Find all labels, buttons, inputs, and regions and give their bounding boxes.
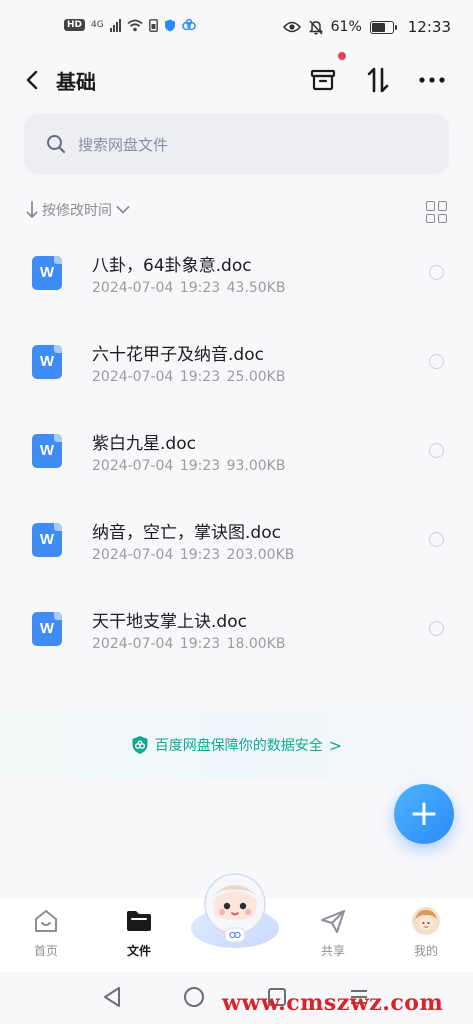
add-button[interactable]: + (394, 784, 454, 844)
sort-label: 按修改时间 (42, 203, 112, 219)
sort-icon (367, 67, 389, 93)
folder-icon (127, 911, 151, 931)
file-row[interactable]: W 六十花甲子及纳音.doc 2024-07-04 19:23 25.00KB (0, 321, 473, 410)
select-checkbox[interactable] (429, 265, 444, 280)
archive-icon (310, 69, 336, 91)
battery-icon (369, 20, 397, 34)
arrow-down-icon (26, 201, 38, 218)
nav-item-share[interactable]: 共享 (298, 906, 368, 959)
select-checkbox[interactable] (429, 532, 444, 547)
battery-percent: 61% (330, 19, 362, 35)
search-input[interactable] (76, 114, 420, 176)
nav-label: 共享 (320, 944, 345, 958)
mute-bell-icon (308, 19, 323, 35)
file-name: 六十花甲子及纳音.doc (92, 345, 264, 365)
search-bar[interactable] (24, 114, 449, 176)
clock: 12:33 (407, 18, 451, 36)
search-icon (47, 135, 66, 154)
nav-item-profile[interactable]: 我的 (391, 906, 461, 959)
hd-indicator: HD (64, 19, 86, 31)
chevron-down-icon (116, 206, 130, 214)
grid-icon-cell (438, 213, 447, 223)
security-shield-icon (132, 736, 148, 754)
back-icon (26, 70, 38, 90)
archive-button[interactable] (307, 64, 339, 96)
top-app-bar: 基础 (0, 58, 473, 102)
file-meta: 2024-07-04 19:23 43.50KB (92, 280, 286, 296)
file-name: 纳音，空亡，掌诀图.doc (92, 523, 281, 543)
share-icon (321, 910, 345, 933)
wifi-icon (127, 19, 143, 31)
nav-label: 我的 (413, 944, 438, 958)
status-left: HD 4G (64, 18, 196, 32)
file-list: W 八卦，64卦象意.doc 2024-07-04 19:23 43.50KB … (0, 232, 473, 677)
home-circle-icon[interactable] (183, 986, 205, 1008)
grid-view-button[interactable] (426, 201, 448, 223)
word-doc-icon: W (32, 345, 62, 379)
sort-selector[interactable]: 按修改时间 (26, 200, 130, 220)
signal-icon (109, 18, 121, 32)
select-checkbox[interactable] (429, 621, 444, 636)
status-right: 61% 12:33 (282, 18, 451, 36)
file-row[interactable]: W 天干地支掌上诀.doc 2024-07-04 19:23 18.00KB (0, 588, 473, 677)
watermark: www.cmszwz.com (222, 990, 444, 1016)
grid-icon-cell (426, 201, 435, 211)
back-triangle-icon[interactable] (101, 986, 123, 1008)
network-type: 4G (91, 20, 104, 30)
nav-item-home[interactable]: 首页 (11, 906, 81, 959)
shield-app-icon (164, 19, 175, 31)
file-row[interactable]: W 紫白九星.doc 2024-07-04 19:23 93.00KB (0, 410, 473, 499)
nav-item-files[interactable]: 文件 (104, 906, 174, 959)
mascot-icon[interactable] (189, 866, 281, 954)
eye-icon (282, 21, 301, 33)
avatar (412, 907, 440, 935)
chevron-right-icon: > (328, 735, 343, 755)
nav-label: 文件 (126, 944, 151, 958)
status-bar: HD 4G 61% 12:33 (0, 0, 473, 58)
word-doc-icon: W (32, 256, 62, 290)
page-title: 基础 (56, 70, 96, 94)
baidu-app-icon (181, 19, 196, 31)
word-doc-icon: W (32, 523, 62, 557)
security-text: 百度网盘保障你的数据安全 (154, 738, 323, 754)
notification-dot (338, 52, 346, 60)
nav-label: 首页 (33, 944, 58, 958)
file-meta: 2024-07-04 19:23 93.00KB (92, 458, 286, 474)
security-banner[interactable]: 百度网盘保障你的数据安全 > (0, 712, 473, 778)
file-meta: 2024-07-04 19:23 25.00KB (92, 369, 286, 385)
file-row[interactable]: W 纳音，空亡，掌诀图.doc 2024-07-04 19:23 203.00K… (0, 499, 473, 588)
select-checkbox[interactable] (429, 443, 444, 458)
file-name: 天干地支掌上诀.doc (92, 612, 247, 632)
file-meta: 2024-07-04 19:23 203.00KB (92, 547, 295, 563)
word-doc-icon: W (32, 434, 62, 468)
word-doc-icon: W (32, 612, 62, 646)
grid-icon-cell (426, 213, 435, 223)
back-button[interactable] (18, 64, 46, 96)
file-meta: 2024-07-04 19:23 18.00KB (92, 636, 286, 652)
select-checkbox[interactable] (429, 354, 444, 369)
file-name: 八卦，64卦象意.doc (92, 256, 252, 276)
home-icon (35, 910, 57, 932)
sort-button[interactable] (362, 64, 394, 96)
plus-icon: + (408, 793, 440, 834)
sim-icon (148, 18, 158, 32)
grid-icon-cell (438, 201, 447, 211)
file-name: 紫白九星.doc (92, 434, 196, 454)
more-icon (419, 77, 445, 83)
file-row[interactable]: W 八卦，64卦象意.doc 2024-07-04 19:23 43.50KB (0, 232, 473, 321)
more-button[interactable] (416, 64, 448, 96)
